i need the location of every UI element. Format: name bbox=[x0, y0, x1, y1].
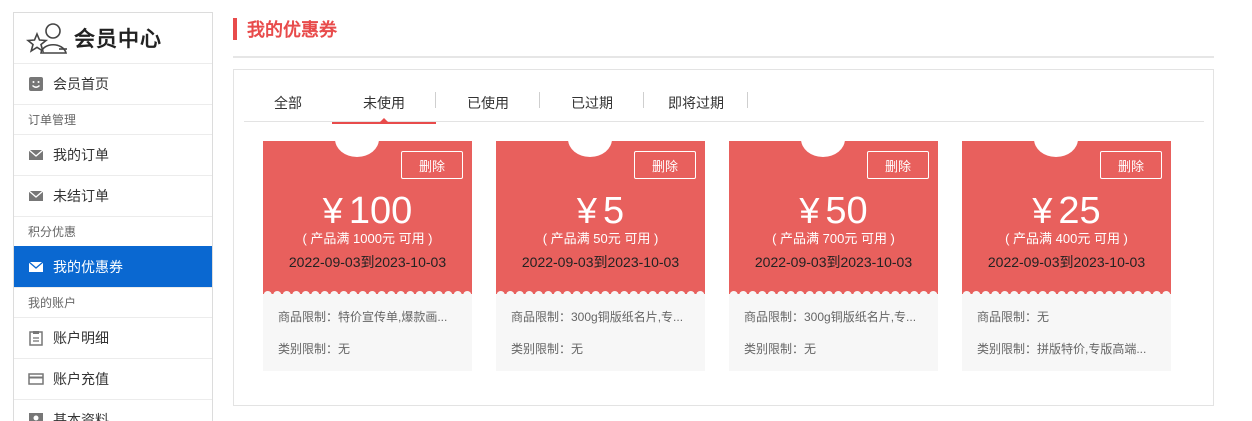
member-avatar-icon bbox=[25, 20, 72, 56]
sidebar-item-label: 基本资料 bbox=[53, 412, 109, 421]
category-limit: 类别限制：无 bbox=[744, 342, 817, 356]
sidebar-item-profile[interactable]: 基本资料 bbox=[14, 399, 212, 421]
coupon-value: 5 bbox=[602, 190, 625, 232]
coupon-ticket-icon bbox=[28, 259, 44, 275]
product-limit: 商品限制：特价宣传单,爆款画... bbox=[278, 310, 448, 324]
main-content: 我的优惠券 全部 未使用 已使用 已过期 即将过期 删除 ¥100 ( 产品满 … bbox=[233, 12, 1214, 406]
coupon-amount: ¥25 bbox=[962, 190, 1171, 232]
coupon-value: 100 bbox=[348, 190, 413, 232]
currency-symbol: ¥ bbox=[576, 190, 597, 231]
tab-separator bbox=[747, 92, 748, 108]
coupon-validity: 2022-09-03到2023-10-03 bbox=[288, 254, 447, 270]
envelope-icon bbox=[28, 188, 44, 204]
delete-button[interactable]: 删除 bbox=[867, 151, 929, 179]
coupon-face: 删除 ¥25 ( 产品满 400元 可用 ) 2022-09-03到2023-1… bbox=[962, 141, 1171, 294]
page-title: 我的优惠券 bbox=[233, 12, 1214, 58]
sidebar-item-label: 账户明细 bbox=[53, 330, 109, 346]
coupon-notch bbox=[335, 141, 379, 157]
sidebar-group-orders: 订单管理 bbox=[14, 104, 212, 134]
profile-icon bbox=[28, 412, 44, 421]
category-limit: 类别限制：无 bbox=[278, 342, 351, 356]
sidebar-item-my-coupons[interactable]: 我的优惠券 bbox=[14, 246, 212, 287]
scalloped-edge bbox=[263, 291, 472, 294]
delete-button[interactable]: 删除 bbox=[634, 151, 696, 179]
coupon-condition: ( 产品满 700元 可用 ) bbox=[772, 231, 895, 246]
coupon-value: 50 bbox=[825, 190, 868, 232]
sidebar-group-points: 积分优惠 bbox=[14, 216, 212, 246]
sidebar-item-recharge[interactable]: 账户充值 bbox=[14, 358, 212, 399]
tab-used[interactable]: 已使用 bbox=[436, 84, 540, 122]
coupon-notch bbox=[568, 141, 612, 157]
currency-symbol: ¥ bbox=[322, 190, 343, 231]
product-limit: 商品限制：300g铜版纸名片,专... bbox=[511, 310, 684, 324]
sidebar: 会员中心 会员首页 订单管理 我的订单 未结订单 积分优惠 我的优惠券 我的账户… bbox=[13, 12, 213, 421]
smiley-icon bbox=[28, 76, 44, 92]
product-limit: 商品限制：无 bbox=[977, 310, 1050, 324]
currency-symbol: ¥ bbox=[1032, 190, 1053, 231]
sidebar-item-label: 我的订单 bbox=[53, 147, 109, 163]
sidebar-item-label: 我的优惠券 bbox=[53, 259, 123, 275]
coupon-notch bbox=[801, 141, 845, 157]
sidebar-title: 会员中心 bbox=[74, 28, 162, 51]
sidebar-item-label: 账户充值 bbox=[53, 371, 109, 387]
sidebar-item-open-orders[interactable]: 未结订单 bbox=[14, 175, 212, 216]
envelope-icon bbox=[28, 147, 44, 163]
coupon-face: 删除 ¥50 ( 产品满 700元 可用 ) 2022-09-03到2023-1… bbox=[729, 141, 938, 294]
tab-all[interactable]: 全部 bbox=[244, 84, 332, 122]
page-title-text: 我的优惠券 bbox=[247, 20, 337, 40]
coupon-tabs: 全部 未使用 已使用 已过期 即将过期 bbox=[244, 84, 1204, 124]
coupon-condition: ( 产品满 50元 可用 ) bbox=[542, 231, 659, 246]
coupon-restrictions: 商品限制：无 类别限制：拼版特价,专版高端... bbox=[962, 294, 1171, 372]
tab-label: 未使用 bbox=[363, 95, 405, 111]
category-limit: 类别限制：拼版特价,专版高端... bbox=[977, 342, 1147, 356]
coupon-validity: 2022-09-03到2023-10-03 bbox=[521, 254, 680, 270]
scalloped-edge bbox=[962, 291, 1171, 294]
coupon-face: 删除 ¥100 ( 产品满 1000元 可用 ) 2022-09-03到2023… bbox=[263, 141, 472, 294]
sidebar-item-my-orders[interactable]: 我的订单 bbox=[14, 134, 212, 175]
coupon-card: 删除 ¥25 ( 产品满 400元 可用 ) 2022-09-03到2023-1… bbox=[962, 141, 1171, 371]
clipboard-icon bbox=[28, 330, 44, 346]
tab-label: 即将过期 bbox=[668, 95, 724, 111]
sidebar-header: 会员中心 bbox=[14, 13, 212, 63]
coupon-amount: ¥5 bbox=[496, 190, 705, 232]
coupon-amount: ¥50 bbox=[729, 190, 938, 232]
coupon-card: 删除 ¥100 ( 产品满 1000元 可用 ) 2022-09-03到2023… bbox=[263, 141, 472, 371]
tab-unused[interactable]: 未使用 bbox=[332, 84, 436, 124]
coupon-card: 删除 ¥5 ( 产品满 50元 可用 ) 2022-09-03到2023-10-… bbox=[496, 141, 705, 371]
scalloped-edge bbox=[729, 291, 938, 294]
sidebar-group-account: 我的账户 bbox=[14, 287, 212, 317]
title-accent-bar bbox=[233, 18, 237, 40]
tab-expired[interactable]: 已过期 bbox=[540, 84, 644, 122]
scalloped-edge bbox=[496, 291, 705, 294]
coupon-value: 25 bbox=[1058, 190, 1101, 232]
category-limit: 类别限制：无 bbox=[511, 342, 584, 356]
tab-expiring-soon[interactable]: 即将过期 bbox=[644, 84, 748, 122]
currency-symbol: ¥ bbox=[799, 190, 820, 231]
tab-label: 已过期 bbox=[571, 95, 613, 111]
coupon-card: 删除 ¥50 ( 产品满 700元 可用 ) 2022-09-03到2023-1… bbox=[729, 141, 938, 371]
coupon-panel: 全部 未使用 已使用 已过期 即将过期 删除 ¥100 ( 产品满 1000元 … bbox=[233, 69, 1214, 406]
coupon-restrictions: 商品限制：特价宣传单,爆款画... 类别限制：无 bbox=[263, 294, 472, 372]
product-limit: 商品限制：300g铜版纸名片,专... bbox=[744, 310, 917, 324]
sidebar-item-account-details[interactable]: 账户明细 bbox=[14, 317, 212, 358]
sidebar-item-label: 未结订单 bbox=[53, 188, 109, 204]
tab-label: 全部 bbox=[274, 95, 302, 111]
coupon-validity: 2022-09-03到2023-10-03 bbox=[987, 254, 1146, 270]
coupon-validity: 2022-09-03到2023-10-03 bbox=[754, 254, 913, 270]
coupon-condition: ( 产品满 1000元 可用 ) bbox=[302, 231, 433, 246]
card-icon bbox=[28, 371, 44, 387]
delete-button[interactable]: 删除 bbox=[1100, 151, 1162, 179]
tab-label: 已使用 bbox=[467, 95, 509, 111]
sidebar-item-label: 会员首页 bbox=[53, 76, 109, 92]
coupon-amount: ¥100 bbox=[263, 190, 472, 232]
sidebar-item-home[interactable]: 会员首页 bbox=[14, 63, 212, 104]
coupon-restrictions: 商品限制：300g铜版纸名片,专... 类别限制：无 bbox=[729, 294, 938, 372]
delete-button[interactable]: 删除 bbox=[401, 151, 463, 179]
coupon-notch bbox=[1034, 141, 1078, 157]
coupon-condition: ( 产品满 400元 可用 ) bbox=[1005, 231, 1128, 246]
coupon-face: 删除 ¥5 ( 产品满 50元 可用 ) 2022-09-03到2023-10-… bbox=[496, 141, 705, 294]
coupon-restrictions: 商品限制：300g铜版纸名片,专... 类别限制：无 bbox=[496, 294, 705, 372]
